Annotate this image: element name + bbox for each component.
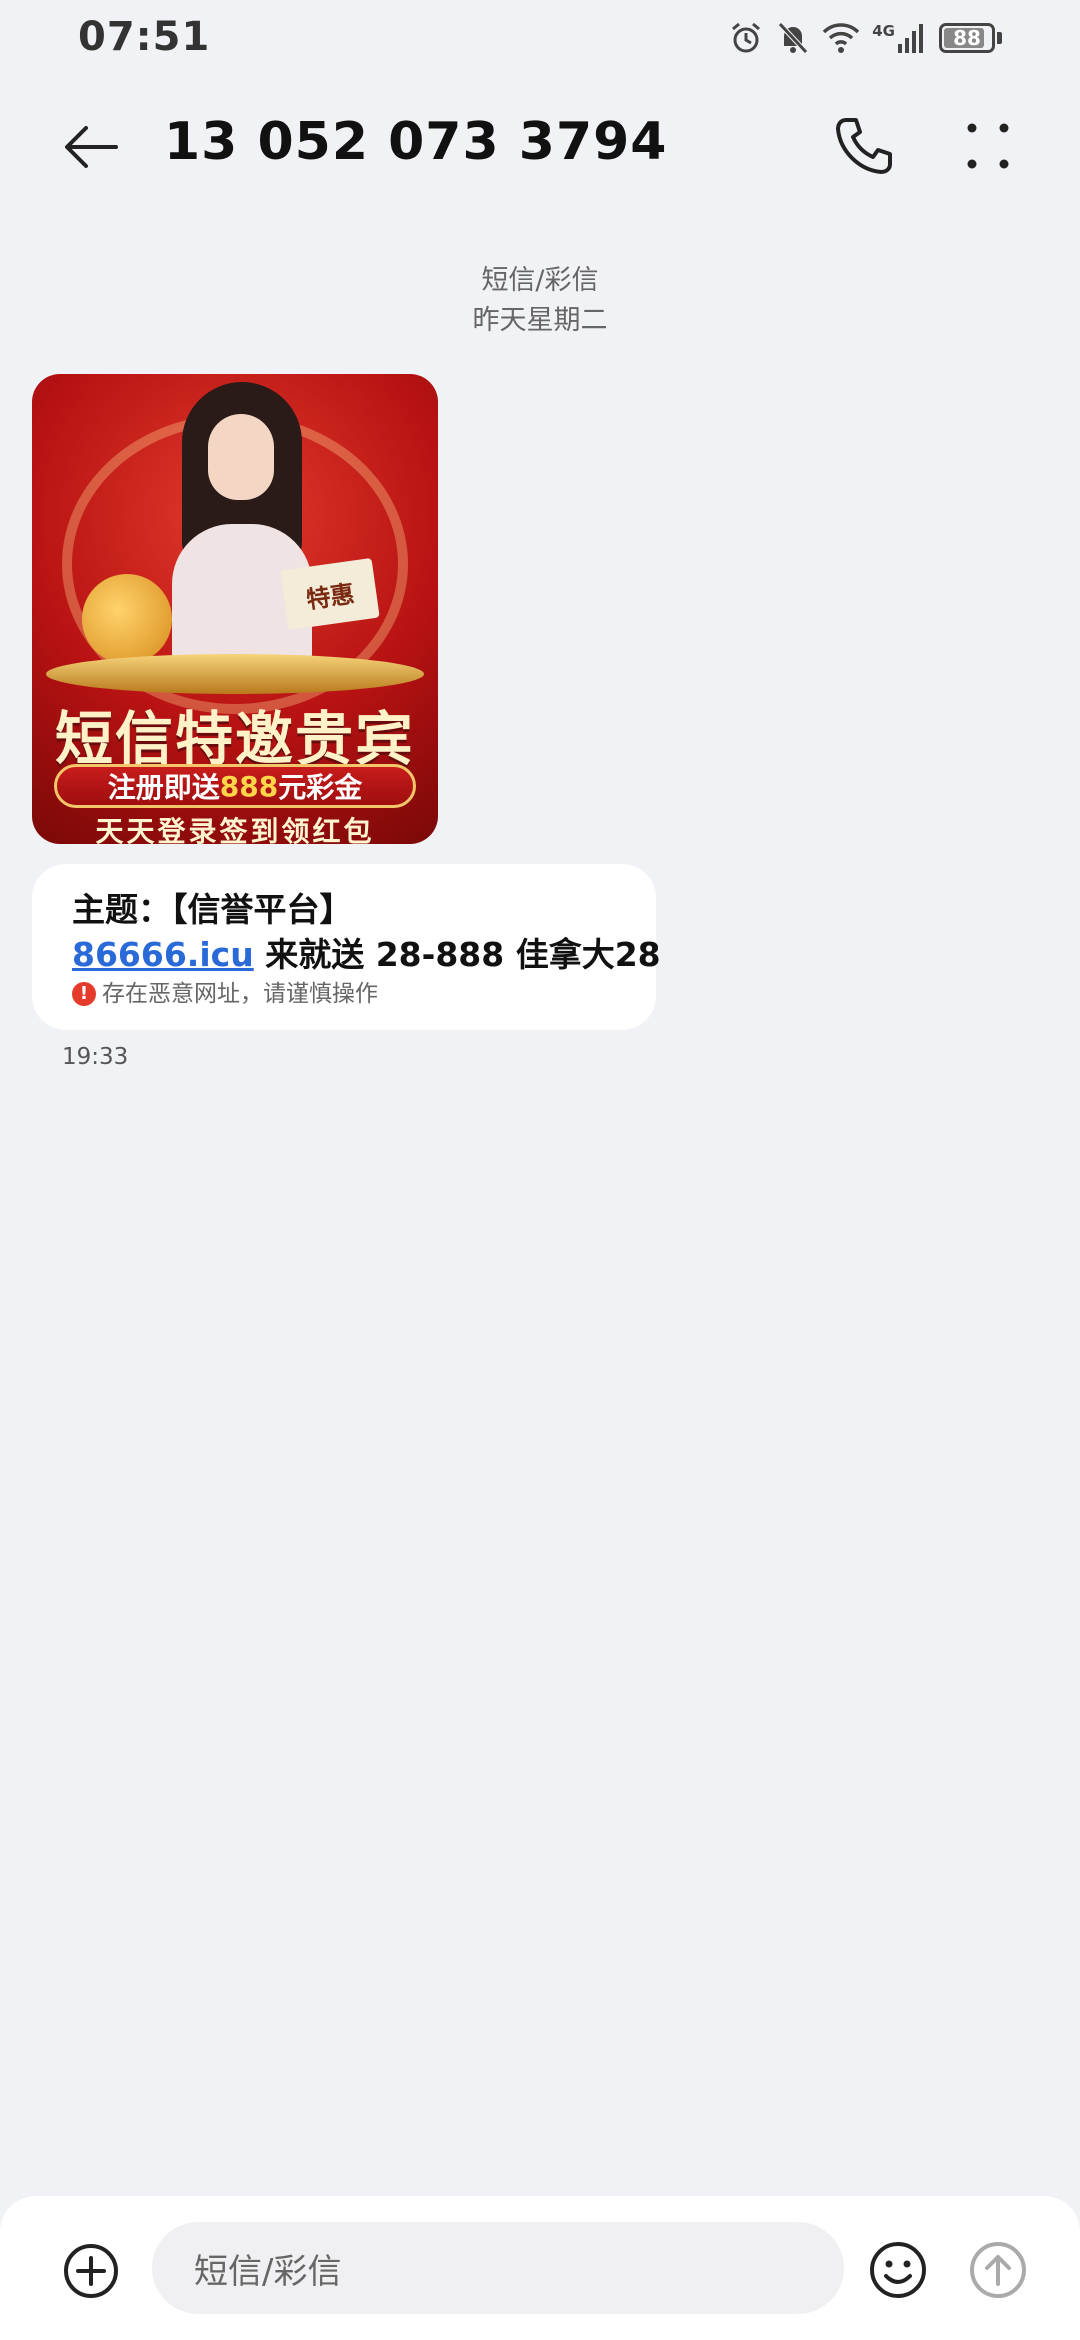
message-body: 86666.icu 来就送 28-888 佳拿大28 — [72, 932, 661, 978]
compose-bar: 短信/彩信 — [0, 2196, 1080, 2340]
ribbon-amount: 888 — [219, 769, 279, 803]
message-body-text: 来就送 28-888 佳拿大28 — [253, 935, 661, 974]
battery-tip — [997, 32, 1002, 44]
dragon-mascot — [82, 574, 172, 664]
ribbon-suffix: 元彩金 — [278, 771, 363, 804]
promo-sign: 特惠 — [280, 557, 380, 631]
battery-icon: 88 — [939, 23, 995, 53]
status-time: 07:51 — [78, 14, 211, 60]
malicious-url-warning: ! 存在恶意网址，请谨慎操作 — [72, 978, 656, 1010]
promo-ribbon: 注册即送 888 元彩金 — [54, 764, 416, 808]
battery-level: 88 — [953, 26, 981, 50]
message-subject: 主题：【信誉平台】 — [72, 890, 353, 929]
message-input[interactable]: 短信/彩信 — [152, 2222, 844, 2314]
back-arrow-icon[interactable] — [60, 116, 122, 178]
send-icon[interactable] — [968, 2240, 1028, 2300]
add-attachment-icon[interactable] — [62, 2242, 120, 2300]
phone-call-icon[interactable] — [832, 114, 896, 178]
status-icons: 4G 88 — [728, 16, 1002, 60]
message-timestamp: 19:33 — [62, 1044, 129, 1070]
alarm-icon — [732, 22, 761, 53]
date-separator: 昨天星期二 — [472, 305, 608, 336]
ribbon-prefix: 注册即送 — [107, 771, 220, 804]
mute-bell-icon — [778, 22, 809, 54]
warning-icon: ! — [72, 982, 96, 1006]
network-type: 4G — [872, 22, 895, 40]
warning-text: 存在恶意网址，请谨慎操作 — [102, 981, 378, 1007]
mms-promo-image[interactable]: 特惠 短信特邀贵宾 注册即送 888 元彩金 天天登录签到领红包 — [32, 374, 438, 844]
status-bar: 07:51 4G 88 — [0, 0, 1080, 72]
figure-face — [208, 414, 274, 500]
message-type-label: 短信/彩信 — [481, 265, 599, 296]
emoji-icon[interactable] — [868, 2240, 928, 2300]
wifi-icon — [823, 23, 860, 53]
message-bubble[interactable]: 主题：【信誉平台】 86666.icu 来就送 28-888 佳拿大28 ! 存… — [32, 864, 661, 1030]
promo-footer: 天天登录签到领红包 — [95, 815, 375, 844]
conversation-header: 13 052 073 3794 — [0, 90, 1080, 200]
message-link[interactable]: 86666.icu — [72, 935, 254, 974]
gold-platform — [46, 654, 424, 694]
signal-icon — [898, 24, 923, 53]
contact-number-title: 13 052 073 3794 — [164, 112, 668, 172]
more-options-icon[interactable] — [958, 112, 1018, 180]
